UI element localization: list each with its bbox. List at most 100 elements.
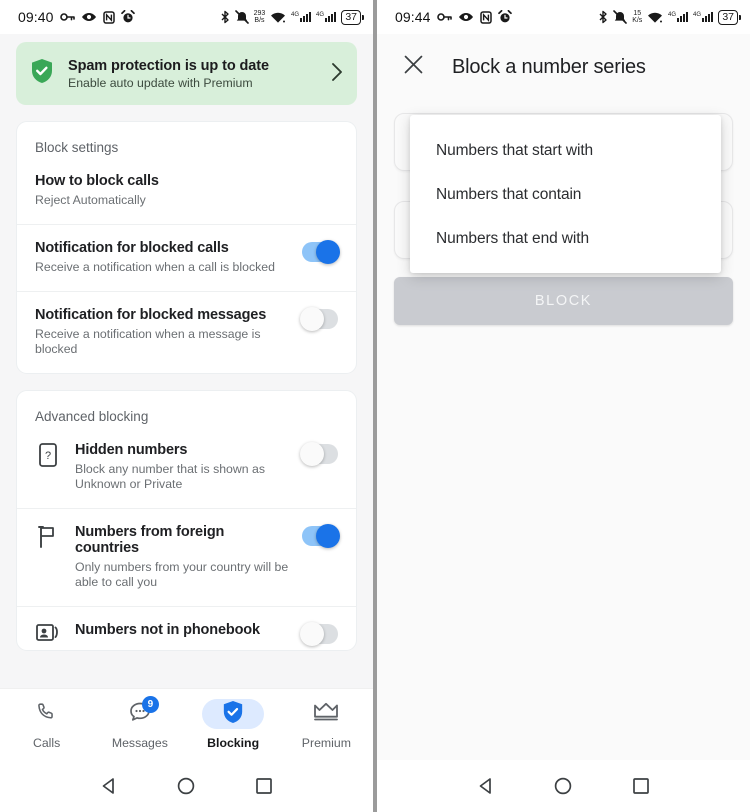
row-title: Numbers from foreign countries [75, 524, 225, 556]
eye-icon [81, 11, 97, 23]
dropdown-option-starts-with[interactable]: Numbers that start with [410, 129, 721, 173]
advanced-blocking-card: Advanced blocking ? Hidden numbers Block… [16, 390, 357, 651]
alarm-icon [120, 10, 135, 24]
row-subtitle: Only numbers from your country will be a… [75, 560, 289, 589]
status-bar-right: 09:44 15 K/s 4G 4G 37 [377, 0, 750, 34]
network-speed-indicator: 293 B/s [254, 10, 266, 25]
row-title: Notification for blocked messages [35, 307, 267, 323]
toggle-hidden-numbers[interactable] [300, 442, 338, 466]
svg-text:4G: 4G [693, 12, 701, 18]
shield-check-icon [30, 58, 54, 89]
bluetooth-icon [598, 10, 608, 24]
status-bar-left: 09:40 293 B/s 4G 4G 37 [0, 0, 373, 34]
network-speed-value: 15 [633, 9, 642, 17]
mute-icon [613, 10, 627, 24]
home-icon[interactable] [176, 776, 196, 796]
signal-sim1-icon: 4G [668, 10, 689, 24]
row-title: How to block calls [35, 173, 159, 189]
bluetooth-icon [220, 10, 230, 24]
advanced-blocking-title: Advanced blocking [35, 409, 149, 424]
row-not-in-phonebook[interactable]: Numbers not in phonebook [17, 606, 356, 650]
row-subtitle: Block any number that is shown as Unknow… [75, 462, 266, 491]
hidden-number-icon: ? [35, 443, 61, 467]
back-icon[interactable] [99, 776, 119, 796]
banner-title: Spam protection is up to date [68, 57, 269, 74]
row-title: Hidden numbers [75, 442, 188, 458]
nav-item-premium[interactable]: Premium [280, 699, 373, 750]
left-screen: 09:40 293 B/s 4G 4G 37 Spam protection i… [0, 0, 373, 812]
system-navigation-left [0, 760, 373, 812]
contact-card-icon [35, 623, 61, 643]
network-speed-unit: K/s [632, 17, 643, 24]
block-button[interactable]: BLOCK [394, 277, 733, 325]
battery-indicator: 37 [341, 9, 364, 25]
network-speed-indicator: 15 K/s [632, 10, 642, 25]
left-content: Spam protection is up to date Enable aut… [0, 34, 373, 688]
recents-icon[interactable] [631, 776, 651, 796]
svg-text:4G: 4G [291, 12, 299, 18]
banner-subtitle: Enable auto update with Premium [68, 75, 253, 90]
system-navigation-right [377, 760, 750, 812]
nav-label-blocking: Blocking [207, 736, 260, 750]
toggle-not-in-phonebook[interactable] [300, 622, 338, 646]
row-title: Numbers not in phonebook [75, 622, 260, 638]
toggle-notification-blocked-calls[interactable] [302, 240, 340, 264]
block-settings-title: Block settings [35, 140, 119, 155]
home-icon[interactable] [553, 776, 573, 796]
spam-protection-banner[interactable]: Spam protection is up to date Enable aut… [16, 42, 357, 105]
back-icon[interactable] [476, 776, 496, 796]
nav-item-calls[interactable]: Calls [0, 699, 93, 750]
row-subtitle: Receive a notification when a message is… [35, 327, 261, 356]
dialog-body: BLOCK Numbers that start with Numbers th… [377, 100, 750, 760]
chevron-right-icon [331, 62, 343, 86]
crown-icon [313, 701, 339, 728]
wifi-icon [270, 11, 286, 24]
right-screen: 09:44 15 K/s 4G 4G 37 Block a number ser… [377, 0, 750, 812]
svg-text:4G: 4G [668, 12, 676, 18]
close-icon[interactable] [403, 54, 424, 80]
nav-label-premium: Premium [301, 736, 351, 750]
nav-item-messages[interactable]: 9 Messages [93, 696, 186, 750]
network-speed-value: 293 [253, 9, 266, 17]
nfc-icon [479, 10, 492, 24]
key-icon [59, 11, 75, 23]
row-subtitle: Reject Automatically [35, 193, 146, 207]
block-settings-card: Block settings How to block calls Reject… [16, 121, 357, 374]
nav-label-messages: Messages [111, 736, 168, 750]
signal-sim1-icon: 4G [291, 10, 312, 24]
dropdown-menu: Numbers that start with Numbers that con… [410, 115, 721, 273]
dropdown-option-ends-with[interactable]: Numbers that end with [410, 217, 721, 261]
svg-text:4G: 4G [316, 12, 324, 18]
phone-icon [36, 701, 58, 728]
toggle-notification-blocked-messages[interactable] [300, 307, 338, 331]
recents-icon[interactable] [254, 776, 274, 796]
nav-item-blocking[interactable]: Blocking [187, 699, 280, 750]
signal-sim2-icon: 4G [316, 10, 337, 24]
messages-badge: 9 [141, 696, 159, 713]
mute-icon [234, 10, 249, 24]
signal-sim2-icon: 4G [693, 10, 714, 24]
key-icon [436, 11, 452, 23]
row-hidden-numbers[interactable]: ? Hidden numbers Block any number that i… [17, 438, 356, 508]
row-foreign-countries[interactable]: Numbers from foreign countries Only numb… [17, 508, 356, 606]
row-how-to-block-calls[interactable]: How to block calls Reject Automatically [17, 169, 356, 224]
wifi-icon [647, 11, 663, 24]
nfc-icon [102, 10, 115, 24]
dialog-header: Block a number series [377, 34, 750, 100]
bottom-navigation-bar: Calls 9 Messages Blocking Premium [0, 688, 373, 760]
toggle-foreign-countries[interactable] [302, 524, 340, 548]
svg-text:?: ? [45, 450, 51, 462]
row-title: Notification for blocked calls [35, 240, 229, 256]
battery-indicator: 37 [718, 9, 741, 25]
status-time: 09:44 [395, 9, 431, 25]
row-notification-blocked-messages[interactable]: Notification for blocked messages Receiv… [17, 291, 356, 373]
shield-check-icon [222, 700, 244, 729]
eye-icon [458, 11, 474, 23]
dual-screenshot: 09:40 293 B/s 4G 4G 37 Spam protection i… [0, 0, 750, 812]
row-subtitle: Receive a notification when a call is bl… [35, 260, 275, 274]
nav-label-calls: Calls [32, 736, 61, 750]
status-time: 09:40 [18, 9, 54, 25]
dropdown-option-contains[interactable]: Numbers that contain [410, 173, 721, 217]
network-speed-unit: B/s [254, 17, 265, 24]
row-notification-blocked-calls[interactable]: Notification for blocked calls Receive a… [17, 224, 356, 291]
